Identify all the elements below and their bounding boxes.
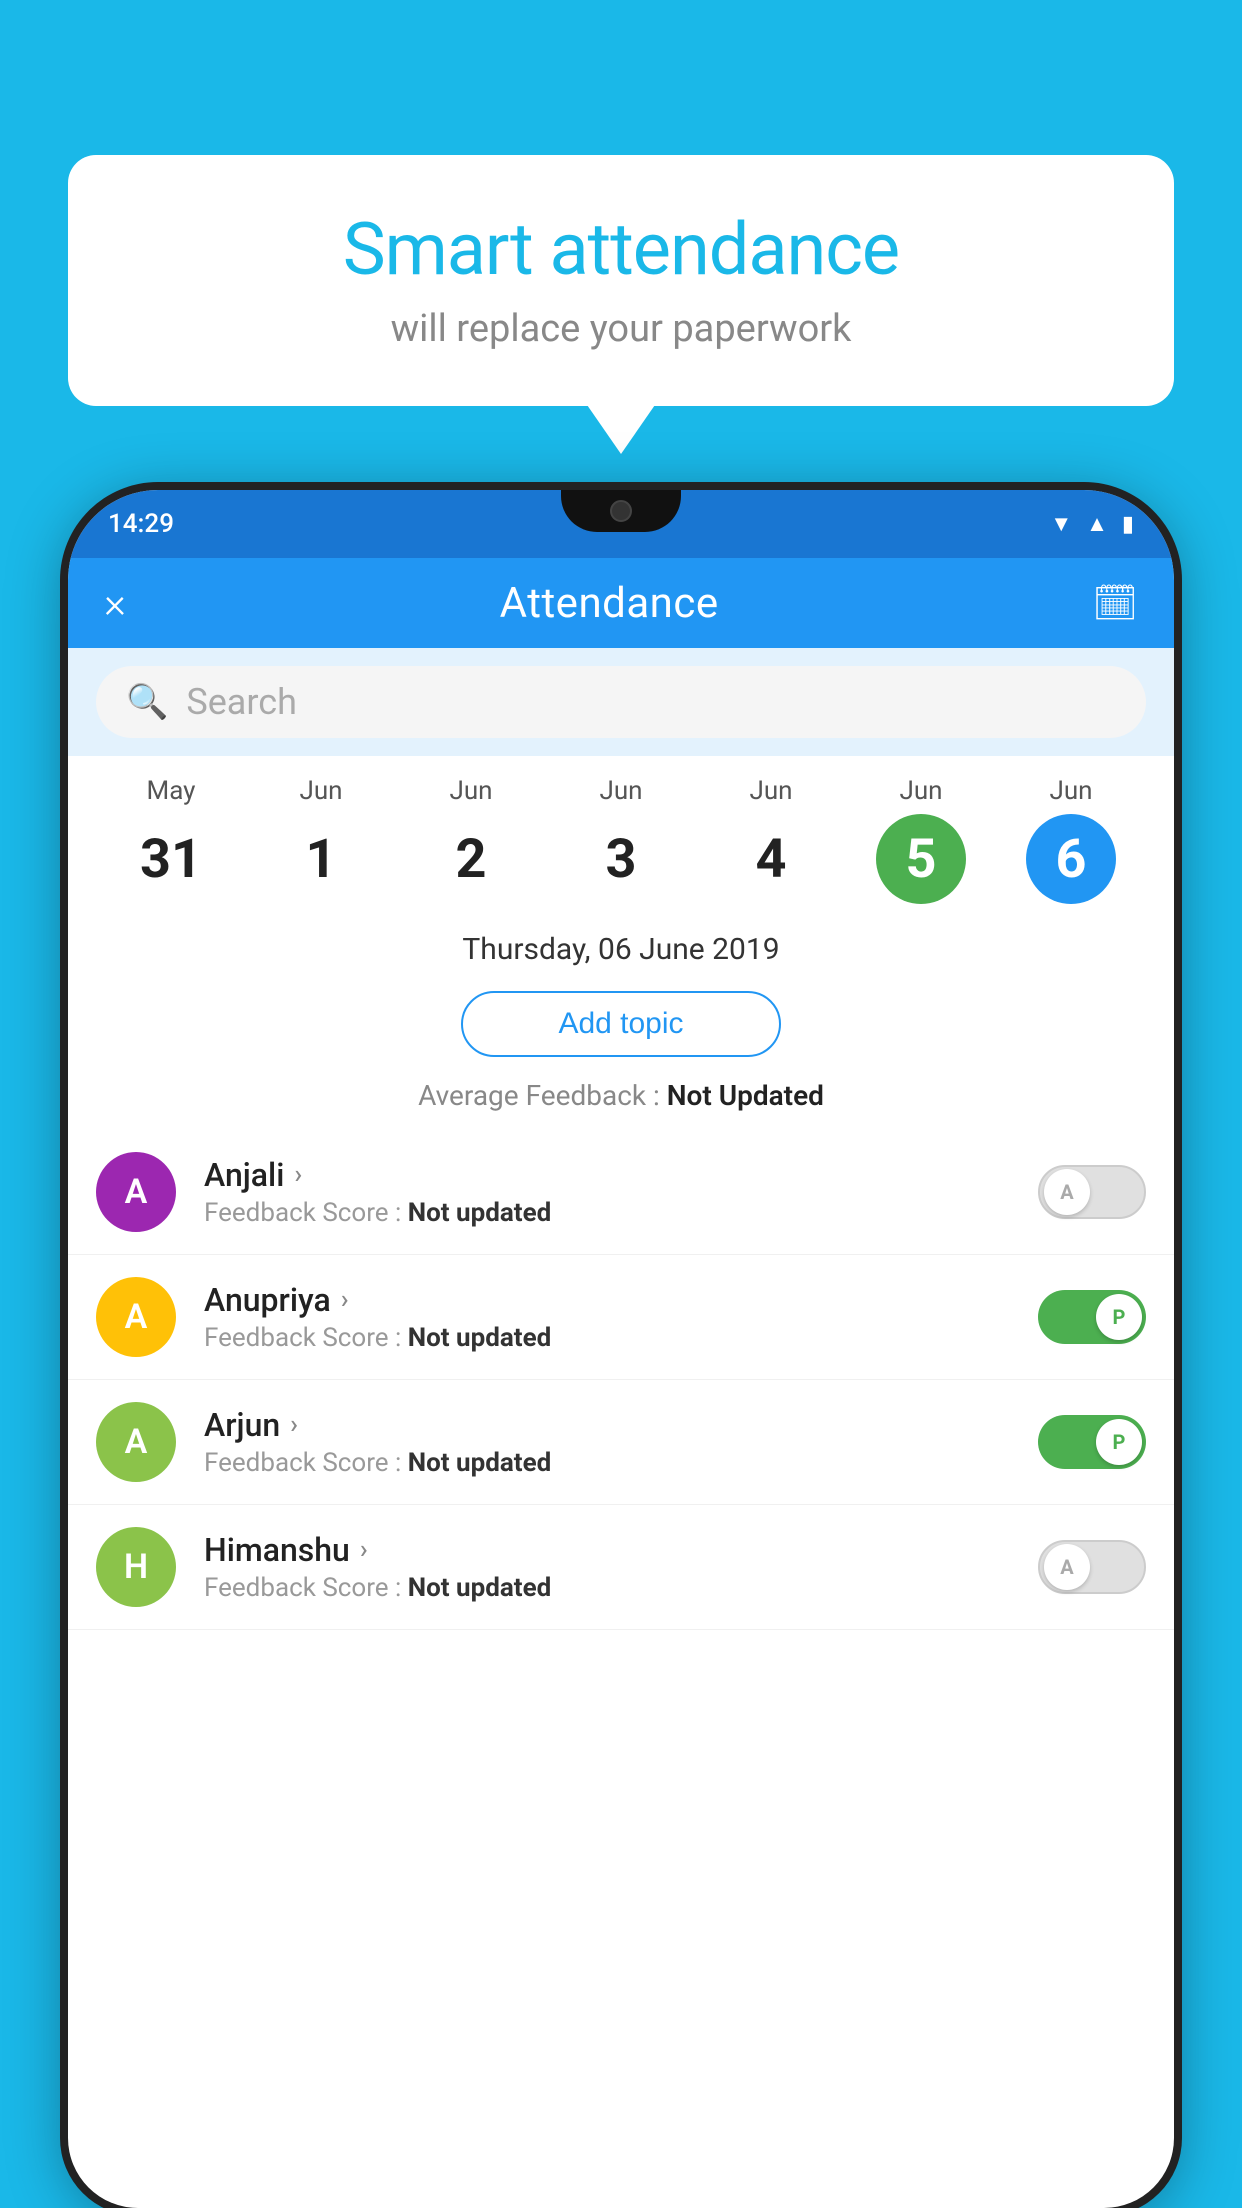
student-list: AAnjali ›Feedback Score : Not updatedAAA… — [68, 1130, 1174, 1630]
cal-month-3: Jun — [599, 776, 642, 806]
close-button[interactable]: × — [104, 579, 126, 628]
speech-bubble: Smart attendance will replace your paper… — [68, 155, 1174, 406]
student-feedback-0: Feedback Score : Not updated — [204, 1198, 1010, 1228]
calendar-day-6[interactable]: Jun 6 — [1021, 776, 1121, 904]
cal-month-0: May — [147, 776, 196, 806]
cal-date-1: 1 — [276, 814, 366, 904]
cal-month-4: Jun — [749, 776, 792, 806]
student-name-1: Anupriya › — [204, 1281, 1010, 1319]
calendar-day-1[interactable]: Jun 1 — [271, 776, 371, 904]
student-feedback-1: Feedback Score : Not updated — [204, 1323, 1010, 1353]
student-info-0: Anjali › Feedback Score : Not updated — [204, 1156, 1010, 1228]
toggle-container-1[interactable]: P — [1038, 1290, 1146, 1344]
attendance-toggle-0[interactable]: A — [1038, 1165, 1146, 1219]
attendance-toggle-2[interactable]: P — [1038, 1415, 1146, 1469]
avatar-1: A — [96, 1277, 176, 1357]
attendance-toggle-1[interactable]: P — [1038, 1290, 1146, 1344]
bubble-subtitle: will replace your paperwork — [128, 307, 1114, 351]
cal-month-5: Jun — [899, 776, 942, 806]
student-name-0: Anjali › — [204, 1156, 1010, 1194]
chevron-icon-2: › — [290, 1410, 298, 1440]
battery-icon: ▮ — [1122, 512, 1134, 537]
cal-date-3: 3 — [576, 814, 666, 904]
toggle-knob-1: P — [1096, 1294, 1142, 1340]
toggle-knob-2: P — [1096, 1419, 1142, 1465]
cal-date-5: 5 — [876, 814, 966, 904]
calendar-day-0[interactable]: May 31 — [121, 776, 221, 904]
toggle-container-2[interactable]: P — [1038, 1415, 1146, 1469]
phone-screen: 14:29 ▼ ▲ ▮ × Attendance 🗓 🔍 Search May 3… — [68, 490, 1174, 2208]
app-bar: × Attendance 🗓 — [68, 558, 1174, 648]
chevron-icon-1: › — [341, 1285, 349, 1315]
student-item-1[interactable]: A Anupriya › Feedback Score : Not updated P — [68, 1255, 1174, 1380]
student-item-0[interactable]: A Anjali › Feedback Score : Not updated A — [68, 1130, 1174, 1255]
toggle-container-3[interactable]: A — [1038, 1540, 1146, 1594]
avg-feedback: Average Feedback : Not Updated — [68, 1069, 1174, 1130]
bubble-title: Smart attendance — [128, 210, 1114, 289]
calendar-strip: May 31 Jun 1 Jun 2 Jun 3 Jun 4 Jun 5 Jun 6 — [68, 756, 1174, 914]
calendar-day-2[interactable]: Jun 2 — [421, 776, 521, 904]
student-name-2: Arjun › — [204, 1406, 1010, 1444]
toggle-knob-3: A — [1044, 1544, 1090, 1590]
cal-month-1: Jun — [299, 776, 342, 806]
phone-notch — [561, 490, 681, 532]
avatar-0: A — [96, 1152, 176, 1232]
calendar-day-4[interactable]: Jun 4 — [721, 776, 821, 904]
calendar-icon[interactable]: 🗓 — [1092, 582, 1138, 624]
calendar-day-5[interactable]: Jun 5 — [871, 776, 971, 904]
cal-date-6: 6 — [1026, 814, 1116, 904]
app-title: Attendance — [500, 579, 719, 628]
front-camera — [610, 500, 632, 522]
toggle-knob-0: A — [1044, 1169, 1090, 1215]
cal-month-2: Jun — [449, 776, 492, 806]
add-topic-button[interactable]: Add topic — [461, 991, 781, 1057]
avatar-2: A — [96, 1402, 176, 1482]
chevron-icon-0: › — [294, 1160, 302, 1190]
toggle-container-0[interactable]: A — [1038, 1165, 1146, 1219]
student-info-1: Anupriya › Feedback Score : Not updated — [204, 1281, 1010, 1353]
wifi-icon: ▼ — [1050, 511, 1072, 537]
avatar-3: H — [96, 1527, 176, 1607]
student-info-3: Himanshu › Feedback Score : Not updated — [204, 1531, 1010, 1603]
calendar-day-3[interactable]: Jun 3 — [571, 776, 671, 904]
cal-date-0: 31 — [126, 814, 216, 904]
status-icons: ▼ ▲ ▮ — [1050, 511, 1134, 537]
attendance-toggle-3[interactable]: A — [1038, 1540, 1146, 1594]
search-bar-container: 🔍 Search — [68, 648, 1174, 756]
phone-frame: 14:29 ▼ ▲ ▮ × Attendance 🗓 🔍 Search May 3… — [68, 490, 1174, 2208]
student-name-3: Himanshu › — [204, 1531, 1010, 1569]
chevron-icon-3: › — [360, 1535, 368, 1565]
signal-icon: ▲ — [1086, 511, 1108, 537]
search-bar[interactable]: 🔍 Search — [96, 666, 1146, 738]
avg-feedback-value: Not Updated — [667, 1079, 824, 1112]
avg-feedback-label: Average Feedback : — [418, 1079, 667, 1112]
cal-date-4: 4 — [726, 814, 816, 904]
search-placeholder: Search — [186, 681, 297, 723]
search-icon: 🔍 — [126, 682, 168, 722]
cal-month-6: Jun — [1049, 776, 1092, 806]
student-feedback-2: Feedback Score : Not updated — [204, 1448, 1010, 1478]
student-info-2: Arjun › Feedback Score : Not updated — [204, 1406, 1010, 1478]
student-feedback-3: Feedback Score : Not updated — [204, 1573, 1010, 1603]
student-item-3[interactable]: H Himanshu › Feedback Score : Not updated A — [68, 1505, 1174, 1630]
student-item-2[interactable]: A Arjun › Feedback Score : Not updated P — [68, 1380, 1174, 1505]
status-time: 14:29 — [108, 509, 174, 539]
date-label: Thursday, 06 June 2019 — [68, 914, 1174, 979]
cal-date-2: 2 — [426, 814, 516, 904]
